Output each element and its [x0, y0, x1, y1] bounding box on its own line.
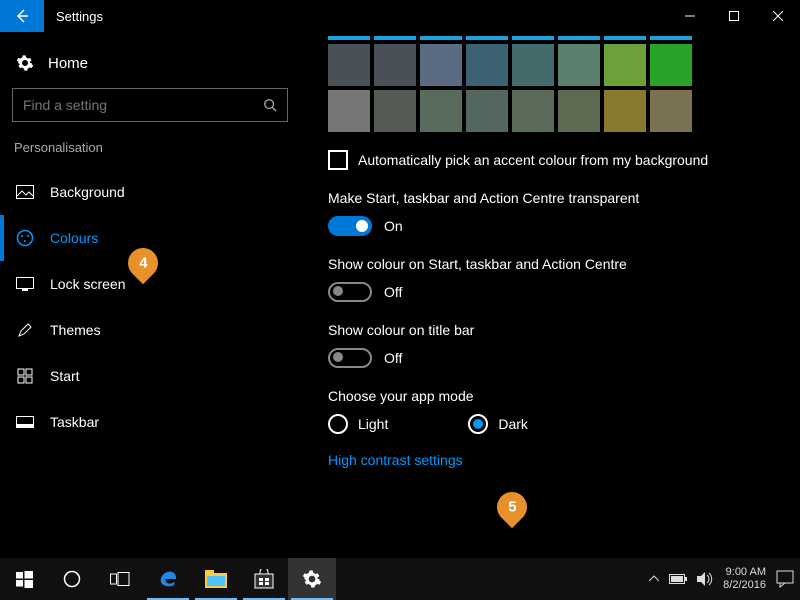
- search-icon: [263, 98, 277, 112]
- lock-screen-icon: [16, 277, 34, 291]
- toggle-state: Off: [384, 350, 402, 366]
- transparent-toggle[interactable]: [328, 216, 372, 236]
- search-box[interactable]: [12, 88, 288, 122]
- radio-label: Light: [358, 416, 388, 432]
- app-mode-label: Choose your app mode: [328, 388, 780, 404]
- picture-icon: [16, 185, 34, 199]
- colour-swatch[interactable]: [466, 90, 508, 132]
- sidebar-item-themes[interactable]: Themes: [0, 307, 300, 353]
- task-view-button[interactable]: [96, 558, 144, 600]
- sidebar-item-label: Lock screen: [50, 276, 125, 292]
- file-explorer-button[interactable]: [192, 558, 240, 600]
- system-tray[interactable]: 9:00 AM 8/2/2016: [649, 566, 800, 592]
- toggle-state: Off: [384, 284, 402, 300]
- back-button[interactable]: [0, 0, 44, 32]
- colour-swatch[interactable]: [604, 90, 646, 132]
- app-mode-light[interactable]: Light: [328, 414, 388, 434]
- radio-icon[interactable]: [328, 414, 348, 434]
- colour-swatch[interactable]: [650, 44, 692, 86]
- colour-swatch[interactable]: [374, 90, 416, 132]
- section-header: Personalisation: [0, 140, 300, 169]
- date: 8/2/2016: [723, 579, 766, 592]
- sidebar-item-label: Colours: [50, 230, 98, 246]
- settings-window: Settings Home Personalisation: [0, 0, 800, 558]
- colour-swatch[interactable]: [466, 44, 508, 86]
- time: 9:00 AM: [723, 566, 766, 579]
- start-button[interactable]: [0, 558, 48, 600]
- radio-label: Dark: [498, 416, 528, 432]
- sidebar-item-label: Start: [50, 368, 80, 384]
- sidebar-item-start[interactable]: Start: [0, 353, 300, 399]
- colour-swatch[interactable]: [512, 44, 554, 86]
- high-contrast-link[interactable]: High contrast settings: [328, 452, 780, 468]
- show-start-label: Show colour on Start, taskbar and Action…: [328, 256, 780, 272]
- store-button[interactable]: [240, 558, 288, 600]
- auto-pick-label: Automatically pick an accent colour from…: [358, 152, 708, 168]
- gear-icon: [16, 54, 34, 72]
- toggle-state: On: [384, 218, 403, 234]
- colour-swatch[interactable]: [604, 44, 646, 86]
- taskbar[interactable]: 9:00 AM 8/2/2016: [0, 558, 800, 600]
- clock[interactable]: 9:00 AM 8/2/2016: [723, 566, 766, 592]
- taskbar-icon: [16, 416, 34, 428]
- colour-swatch[interactable]: [558, 44, 600, 86]
- show-title-label: Show colour on title bar: [328, 322, 780, 338]
- sidebar-item-background[interactable]: Background: [0, 169, 300, 215]
- edge-button[interactable]: [144, 558, 192, 600]
- home-nav[interactable]: Home: [0, 50, 300, 88]
- sidebar-item-label: Themes: [50, 322, 101, 338]
- titlebar: Settings: [0, 0, 800, 32]
- colour-swatch[interactable]: [328, 44, 370, 86]
- minimize-button[interactable]: [668, 0, 712, 32]
- tray-chevron-icon[interactable]: [649, 575, 659, 583]
- battery-icon[interactable]: [669, 574, 687, 584]
- window-title: Settings: [44, 9, 668, 24]
- brush-icon: [16, 322, 34, 338]
- radio-icon[interactable]: [468, 414, 488, 434]
- sidebar-item-taskbar[interactable]: Taskbar: [0, 399, 300, 445]
- maximize-button[interactable]: [712, 0, 756, 32]
- sidebar-item-label: Background: [50, 184, 125, 200]
- palette-icon: [16, 229, 34, 247]
- colour-swatch[interactable]: [374, 44, 416, 86]
- show-start-toggle[interactable]: [328, 282, 372, 302]
- sidebar-item-label: Taskbar: [50, 414, 99, 430]
- colour-swatch[interactable]: [512, 90, 554, 132]
- colour-swatch[interactable]: [420, 90, 462, 132]
- volume-icon[interactable]: [697, 572, 713, 586]
- close-button[interactable]: [756, 0, 800, 32]
- transparent-label: Make Start, taskbar and Action Centre tr…: [328, 190, 780, 206]
- colour-swatch[interactable]: [420, 44, 462, 86]
- accent-colour-swatches: [328, 36, 780, 132]
- start-icon: [16, 368, 34, 384]
- cortana-button[interactable]: [48, 558, 96, 600]
- colour-swatch[interactable]: [650, 90, 692, 132]
- colour-swatch[interactable]: [558, 90, 600, 132]
- auto-pick-accent[interactable]: Automatically pick an accent colour from…: [328, 150, 780, 170]
- sidebar: Home Personalisation Background Colours …: [0, 32, 300, 558]
- checkbox-icon[interactable]: [328, 150, 348, 170]
- app-mode-dark[interactable]: Dark: [468, 414, 528, 434]
- search-input[interactable]: [23, 97, 263, 113]
- show-title-toggle[interactable]: [328, 348, 372, 368]
- colour-swatch[interactable]: [328, 90, 370, 132]
- home-label: Home: [48, 55, 88, 72]
- settings-button[interactable]: [288, 558, 336, 600]
- action-centre-icon[interactable]: [776, 570, 794, 588]
- main-panel: Automatically pick an accent colour from…: [300, 32, 800, 558]
